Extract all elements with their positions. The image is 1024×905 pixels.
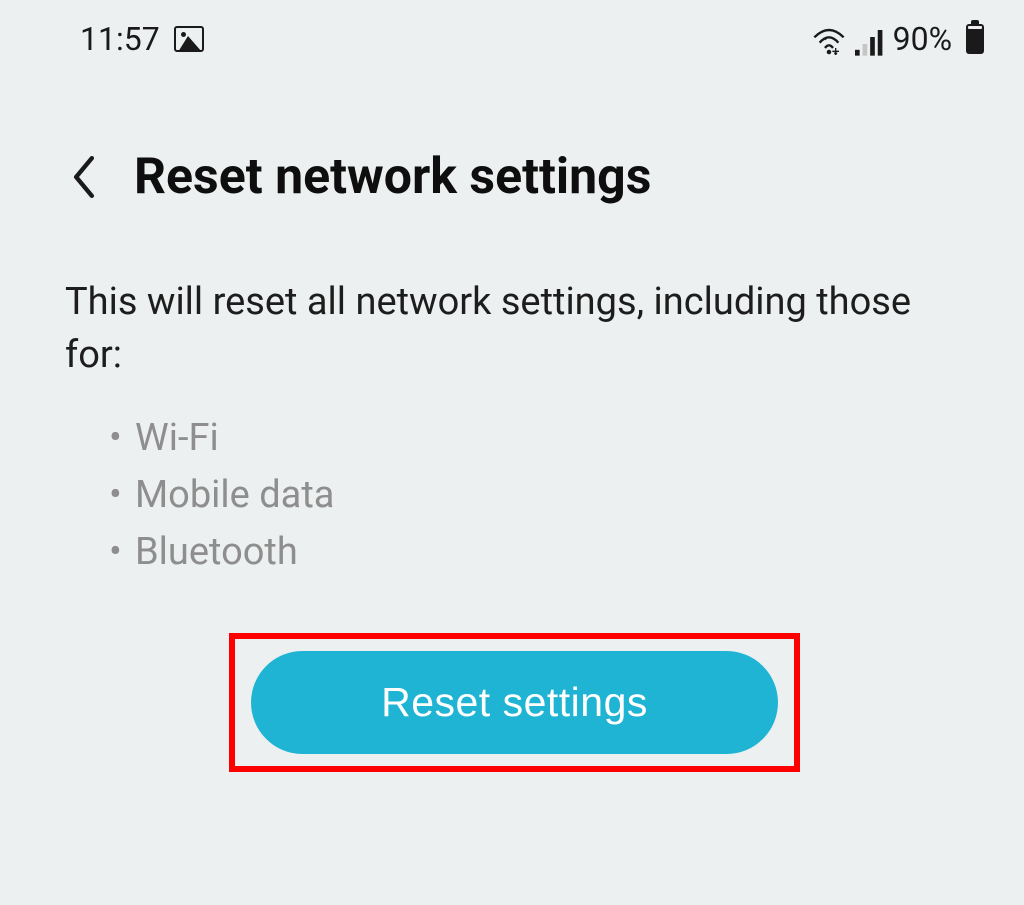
- status-bar: 11:57 90%: [0, 0, 1024, 68]
- list-item: Mobile data: [105, 467, 964, 524]
- bullet-list: Wi-Fi Mobile data Bluetooth: [65, 410, 964, 581]
- battery-percent: 90%: [893, 20, 952, 58]
- page-header: Reset network settings: [0, 68, 1024, 246]
- status-right: 90%: [813, 20, 984, 58]
- content-area: This will reset all network settings, in…: [0, 246, 1024, 772]
- highlight-annotation: Reset settings: [229, 633, 800, 772]
- signal-icon: [855, 26, 883, 52]
- description-text: This will reset all network settings, in…: [65, 276, 964, 382]
- list-item: Wi-Fi: [105, 410, 964, 467]
- page-title: Reset network settings: [134, 148, 651, 206]
- list-item: Bluetooth: [105, 524, 964, 581]
- image-icon: [174, 26, 204, 52]
- status-left: 11:57: [80, 20, 204, 58]
- battery-icon: [966, 24, 984, 54]
- reset-settings-button[interactable]: Reset settings: [251, 651, 778, 754]
- status-time: 11:57: [80, 20, 160, 58]
- back-button[interactable]: [70, 155, 98, 199]
- wifi-icon: [813, 25, 845, 53]
- button-container: Reset settings: [65, 633, 964, 772]
